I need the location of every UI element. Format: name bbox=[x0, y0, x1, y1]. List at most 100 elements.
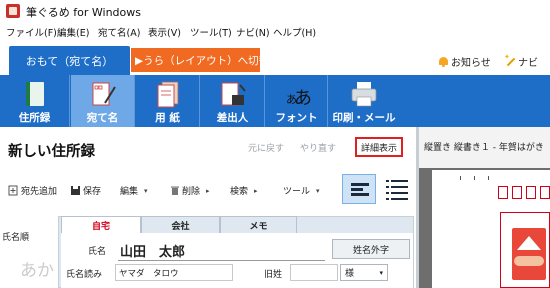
svg-text:あ: あ bbox=[294, 88, 312, 109]
menu-help[interactable]: ヘルプ(H) bbox=[273, 25, 316, 39]
maiden-name-field[interactable] bbox=[290, 264, 338, 281]
chevron-down-icon: ▸ bbox=[206, 186, 210, 195]
honorific-select[interactable]: 様 ▾ bbox=[340, 264, 388, 281]
window-title: 筆ぐるめ for Windows bbox=[26, 6, 142, 19]
list-view-icon bbox=[386, 180, 389, 182]
name-label: 氏名 bbox=[88, 247, 107, 257]
list-view-icon-line bbox=[386, 192, 389, 194]
edit-label: 編集 bbox=[120, 187, 139, 197]
card-view-icon-line bbox=[351, 188, 363, 191]
search-button[interactable]: 検索 ▸ bbox=[230, 184, 258, 198]
tab-company[interactable]: 会社 bbox=[141, 216, 220, 233]
redo-button[interactable]: やり直す bbox=[300, 141, 336, 154]
ribbon-address-book[interactable]: 住所録 bbox=[0, 75, 70, 127]
menu-tools[interactable]: ツール(T) bbox=[190, 25, 232, 39]
paper-icon bbox=[157, 81, 178, 108]
postal-code-box bbox=[512, 186, 522, 199]
menu-bar: ファイル(F) 編集(E) 宛て名(A) 表示(V) ツール(T) ナビ(N) … bbox=[0, 22, 550, 42]
delete-button[interactable]: 削除 ▸ bbox=[170, 184, 210, 197]
notice-label: お知らせ bbox=[451, 58, 491, 69]
menu-navi[interactable]: ナビ(N) bbox=[236, 25, 270, 39]
list-view-icon-line bbox=[386, 198, 389, 200]
name-field[interactable]: 山田 太郎 bbox=[120, 241, 185, 260]
menu-view[interactable]: 表示(V) bbox=[148, 25, 181, 39]
postal-code-box bbox=[498, 186, 508, 199]
list-view-icon-line bbox=[391, 198, 408, 200]
maiden-name-label: 旧姓 bbox=[264, 270, 283, 280]
menu-address[interactable]: 宛て名(A) bbox=[98, 25, 140, 39]
ribbon-paper[interactable]: 用 紙 bbox=[136, 75, 200, 127]
ribbon-address-name[interactable]: 宛て名 bbox=[71, 75, 135, 127]
postal-code-box bbox=[526, 186, 536, 199]
name-field-underline bbox=[118, 260, 325, 261]
list-view-toggle[interactable] bbox=[384, 176, 410, 202]
save-label: 保存 bbox=[83, 187, 102, 197]
address-book-icon bbox=[25, 82, 44, 106]
navi-label: ナビ bbox=[518, 58, 538, 69]
ribbon-label: 差出人 bbox=[216, 112, 249, 124]
trash-icon bbox=[171, 186, 179, 195]
chevron-down-icon: ▾ bbox=[316, 186, 320, 195]
stamp-illustration bbox=[512, 228, 546, 280]
ribbon-toolbar: 住所録 宛て名 用 紙 差出人 あ あ フォント 印刷・メール bbox=[0, 75, 550, 127]
postal-code-box bbox=[540, 186, 550, 199]
list-view-icon-line bbox=[391, 186, 408, 188]
tab-home[interactable]: 自宅 bbox=[61, 216, 141, 233]
menu-edit[interactable]: 編集(E) bbox=[57, 25, 89, 39]
add-address-button[interactable]: 宛先追加 bbox=[8, 184, 57, 197]
ribbon-print-mail[interactable]: 印刷・メール bbox=[329, 75, 399, 127]
tools-menu-button[interactable]: ツール ▾ bbox=[283, 184, 320, 198]
ribbon-label: 宛て名 bbox=[86, 112, 119, 124]
delete-label: 削除 bbox=[182, 187, 201, 197]
card-view-icon bbox=[351, 183, 369, 186]
menu-file[interactable]: ファイル(F) bbox=[6, 25, 57, 39]
postcard-pencil-icon bbox=[92, 82, 116, 106]
app-icon bbox=[6, 4, 20, 18]
ribbon-label: 用 紙 bbox=[155, 112, 180, 124]
list-view-icon-line bbox=[391, 180, 408, 182]
chevron-down-icon: ▾ bbox=[144, 186, 148, 195]
ribbon-label: フォント bbox=[275, 112, 318, 124]
side-switch-row: おもて（宛て名） ▶うら（レイアウト）へ切替 お知らせ ナビ bbox=[0, 42, 550, 75]
ribbon-label: 住所録 bbox=[18, 112, 51, 124]
ribbon-label: 印刷・メール bbox=[332, 112, 396, 124]
switch-to-back-button[interactable]: ▶うら（レイアウト）へ切替 bbox=[131, 48, 269, 72]
name-reading-label: 氏名読み bbox=[66, 270, 103, 280]
preview-layout-title: 縦置き 縦書き１ - 年賀はがき bbox=[424, 143, 544, 153]
name-external-char-button[interactable]: 姓名外字 bbox=[332, 239, 410, 259]
tab-front-address[interactable]: おもて（宛て名） bbox=[9, 46, 130, 75]
magic-wand-icon bbox=[504, 53, 516, 68]
ribbon-font[interactable]: あ あ フォント bbox=[266, 75, 328, 127]
list-view-icon-line bbox=[391, 192, 408, 194]
undo-button[interactable]: 元に戻す bbox=[248, 141, 284, 154]
bell-icon bbox=[438, 56, 449, 67]
name-reading-field[interactable]: ヤマダ タロウ bbox=[115, 264, 233, 281]
card-view-toggle[interactable] bbox=[342, 174, 376, 204]
tab-memo[interactable]: メモ bbox=[220, 216, 297, 233]
index-tab-char[interactable]: あか bbox=[20, 256, 54, 281]
save-icon bbox=[71, 186, 80, 195]
ruler-tick bbox=[488, 176, 489, 180]
honorific-value: 様 bbox=[345, 269, 355, 279]
card-view-icon-line bbox=[351, 193, 369, 196]
ruler-tick bbox=[474, 176, 475, 180]
chevron-right-icon: ▸ bbox=[254, 186, 258, 195]
ruler-tick bbox=[460, 176, 461, 180]
add-entry-icon bbox=[8, 185, 18, 196]
title-bar: 筆ぐるめ for Windows bbox=[0, 0, 550, 22]
add-address-label: 宛先追加 bbox=[21, 187, 58, 197]
font-icon: あ あ bbox=[286, 88, 312, 109]
save-button[interactable]: 保存 bbox=[70, 184, 101, 197]
printer-icon bbox=[351, 82, 377, 107]
sender-card-icon bbox=[221, 82, 246, 106]
sort-order-label[interactable]: 氏名順 bbox=[2, 230, 29, 243]
navi-button[interactable]: ナビ bbox=[504, 53, 538, 70]
edit-menu-button[interactable]: 編集 ▾ bbox=[120, 184, 148, 198]
tools-label: ツール bbox=[283, 187, 311, 197]
search-label: 検索 bbox=[230, 187, 249, 197]
page-title: 新しい住所録 bbox=[8, 144, 95, 160]
ribbon-sender[interactable]: 差出人 bbox=[201, 75, 265, 127]
notice-button[interactable]: お知らせ bbox=[438, 54, 491, 69]
chevron-down-icon: ▾ bbox=[379, 268, 383, 277]
detail-view-button[interactable]: 詳細表示 bbox=[355, 137, 403, 157]
